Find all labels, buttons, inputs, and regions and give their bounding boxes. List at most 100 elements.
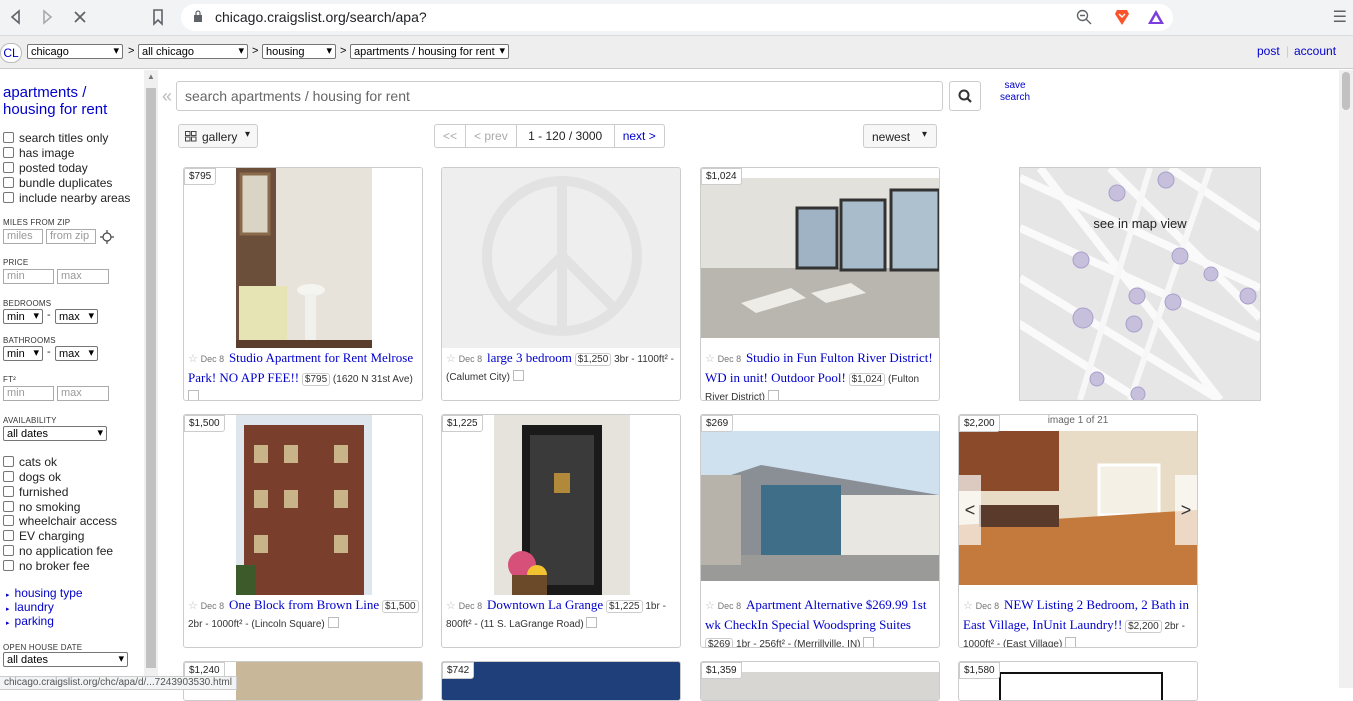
listing-title[interactable]: One Block from Brown Line [229,597,379,612]
listing-card[interactable]: ☆ Dec 8 large 3 bedroom $1,250 3br - 110… [441,167,681,401]
price-max-input[interactable]: max [57,269,109,284]
listing-card[interactable]: $1,225 ☆ Dec 8 Downtown La Grange $1,225… [441,414,681,648]
next-page-button[interactable]: next > [615,125,664,147]
listing-photo[interactable] [999,672,1163,700]
search-input[interactable]: search apartments / housing for rent [176,81,943,111]
favorite-star-icon[interactable]: ☆ [963,600,973,612]
hide-icon[interactable] [327,617,339,628]
sidebar-title[interactable]: apartments / housing for rent [3,84,133,118]
city-select[interactable]: chicago [27,44,123,59]
miles-input[interactable]: miles [3,229,43,244]
listing-title[interactable]: Downtown La Grange [487,597,603,612]
map-view-card[interactable]: see in map view [1019,167,1261,401]
hide-icon[interactable] [863,637,875,647]
listing-photo[interactable] [184,415,422,595]
checkbox-bundle-duplicates[interactable]: bundle duplicates [3,176,112,190]
listing-card[interactable]: $1,024 ☆ Dec 8 Studio in Fun Fulton Rive… [700,167,940,401]
listing-card[interactable]: $1,580 [958,661,1198,701]
sidebar-scrollbar[interactable]: ▲ [144,70,158,688]
listing-photo[interactable] [442,662,680,700]
listing-photo[interactable] [959,415,1197,595]
area-select[interactable]: all chicago [138,44,248,59]
view-mode-button[interactable]: gallery ▾ [178,124,258,148]
category-select[interactable]: housing [262,44,336,59]
listing-photo[interactable] [184,168,422,348]
subcategory-select[interactable]: apartments / housing for rent [350,44,509,59]
price-min-input[interactable]: min [3,269,54,284]
prev-page-button[interactable]: < prev [466,125,517,147]
checkbox-dogs-ok[interactable]: dogs ok [3,470,61,484]
checkbox-furnished[interactable]: furnished [3,485,68,499]
rewards-icon[interactable] [1147,8,1165,26]
checkbox-search-titles[interactable]: search titles only [3,131,108,145]
favorite-star-icon[interactable]: ☆ [188,600,198,612]
link-laundry[interactable]: ▸ laundry [6,600,54,614]
checkbox-no-broker-fee[interactable]: no broker fee [3,559,90,573]
stop-icon[interactable] [70,7,90,27]
checkbox-no-smoking[interactable]: no smoking [3,500,80,514]
bathrooms-max-select[interactable]: max [55,346,98,361]
listing-photo[interactable] [442,168,680,348]
hide-icon[interactable] [188,390,199,400]
back-icon[interactable] [6,7,26,27]
listing-title[interactable]: large 3 bedroom [487,350,572,365]
checkbox-ev-charging[interactable]: EV charging [3,529,84,543]
favorite-star-icon[interactable]: ☆ [705,600,715,612]
hide-icon[interactable] [512,370,524,381]
address-bar[interactable]: chicago.craigslist.org/search/apa? [181,4,1173,31]
checkbox-no-app-fee[interactable]: no application fee [3,544,113,558]
forward-icon[interactable] [37,7,57,27]
favorite-star-icon[interactable]: ☆ [446,353,456,365]
account-link[interactable]: account [1294,44,1336,58]
post-link[interactable]: post [1257,44,1280,58]
bedrooms-min-select[interactable]: min [3,309,43,324]
hide-icon[interactable] [767,390,779,400]
zip-input[interactable]: from zip [46,229,96,244]
listing-photo[interactable] [701,415,939,595]
save-search-link[interactable]: save search [998,80,1032,104]
checkbox-has-image[interactable]: has image [3,146,74,160]
listing-card[interactable]: $269 ☆ Dec 8 Apartment Alternative $269.… [700,414,940,648]
link-parking[interactable]: ▸ parking [6,614,54,628]
breadcrumb-sep: > [128,45,135,57]
prev-image-icon[interactable]: < [959,475,981,545]
favorite-star-icon[interactable]: ☆ [188,353,198,365]
map-view-label[interactable]: see in map view [1020,216,1260,231]
checkbox-include-nearby[interactable]: include nearby areas [3,191,130,205]
price-badge: $2,200 [1125,620,1162,633]
hide-icon[interactable] [1065,637,1077,647]
link-housing-type[interactable]: ▸ housing type [6,586,83,600]
listing-card[interactable]: $1,359 [700,661,940,701]
sqft-min-input[interactable]: min [3,386,54,401]
open-house-select[interactable]: all dates [3,652,128,667]
listing-card[interactable]: $2,200 image 1 of 21 < > ☆ Dec 8 NEW Lis… [958,414,1198,648]
menu-icon[interactable]: ☰ [1333,7,1347,27]
checkbox-wheelchair[interactable]: wheelchair access [3,514,117,528]
zoom-icon[interactable] [1075,8,1093,26]
collapse-sidebar-icon[interactable]: « [162,86,172,107]
checkbox-cats-ok[interactable]: cats ok [3,455,57,469]
listing-card[interactable]: $742 [441,661,681,701]
next-image-icon[interactable]: > [1175,475,1197,545]
hide-icon[interactable] [586,617,598,628]
first-page-button[interactable]: << [435,125,467,147]
listing-card[interactable]: $1,500 ☆ Dec 8 One Block from Brown Line… [183,414,423,648]
listing-photo[interactable] [701,168,939,348]
page-scrollbar[interactable] [1339,70,1353,688]
favorite-star-icon[interactable]: ☆ [705,353,715,365]
availability-select[interactable]: all dates [3,426,107,441]
brave-shield-icon[interactable] [1113,8,1131,26]
favorite-star-icon[interactable]: ☆ [446,600,456,612]
listing-card[interactable]: $795 ☆ Dec 8 Studio Apartment for Rent M… [183,167,423,401]
listing-photo[interactable] [236,662,422,700]
sqft-max-input[interactable]: max [57,386,109,401]
bookmark-icon[interactable] [148,7,168,27]
cl-logo[interactable]: CL [0,43,22,63]
listing-photo[interactable] [442,415,680,595]
sort-select[interactable]: newest ▾ [863,124,937,148]
bedrooms-max-select[interactable]: max [55,309,98,324]
search-button[interactable] [949,81,981,111]
bathrooms-min-select[interactable]: min [3,346,43,361]
locate-icon[interactable] [100,230,114,244]
checkbox-posted-today[interactable]: posted today [3,161,88,175]
